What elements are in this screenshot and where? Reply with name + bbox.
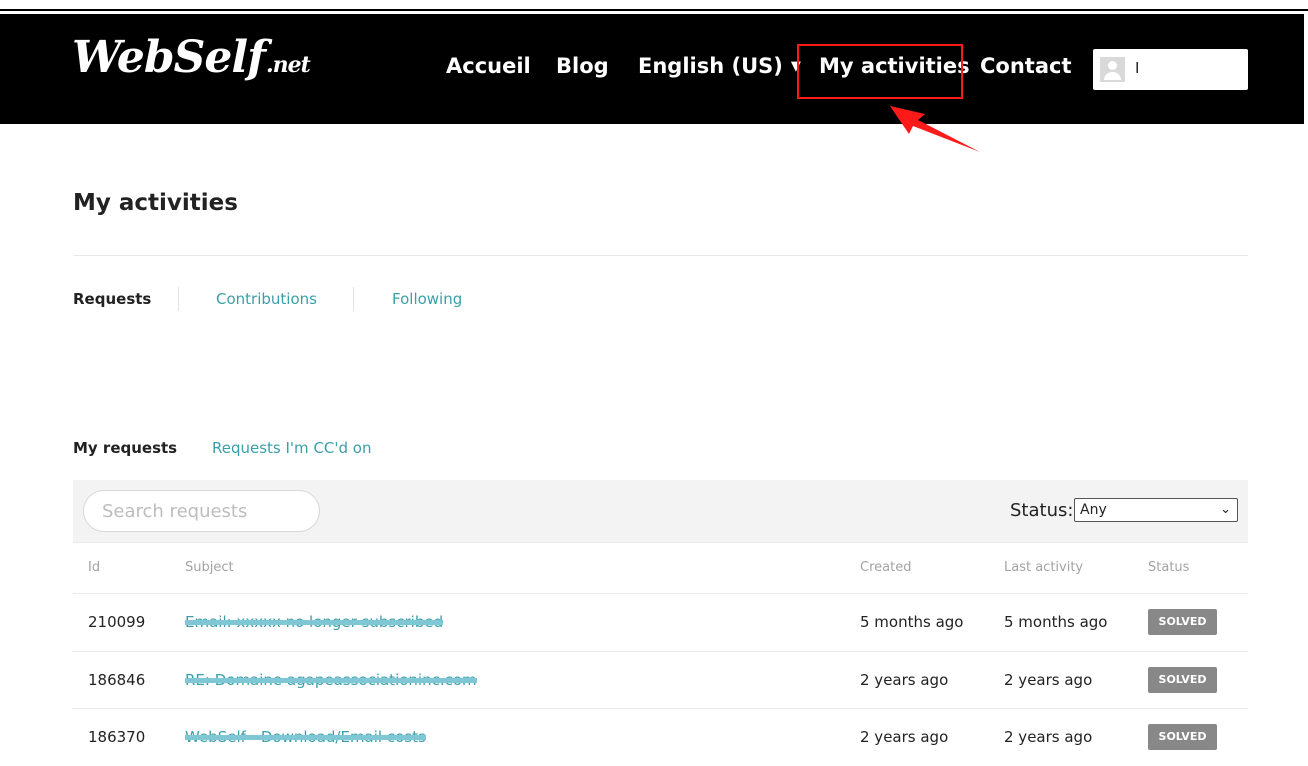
nav-accueil[interactable]: Accueil: [446, 54, 531, 78]
request-created: 2 years ago: [860, 671, 949, 689]
subtab-cc-requests[interactable]: Requests I'm CC'd on: [212, 439, 372, 457]
redaction-strike: [185, 735, 426, 740]
column-header-status[interactable]: Status: [1148, 560, 1189, 575]
status-select-value: Any: [1080, 502, 1107, 518]
tab-separator: [353, 287, 354, 311]
title-divider: [73, 255, 1248, 256]
status-select[interactable]: Any ⌄: [1074, 498, 1238, 522]
tab-contributions[interactable]: Contributions: [216, 290, 317, 308]
request-id: 186370: [88, 728, 146, 746]
column-header-subject[interactable]: Subject: [185, 560, 234, 575]
logo-wordmark: WebSelf: [72, 32, 266, 83]
redaction-strike: [185, 620, 444, 625]
status-badge: SOLVED: [1148, 667, 1217, 693]
table-header-top-line: [73, 542, 1248, 543]
page-title: My activities: [73, 190, 238, 216]
subtab-my-requests[interactable]: My requests: [73, 439, 177, 457]
row-divider: [73, 708, 1248, 709]
search-input[interactable]: [83, 490, 320, 532]
site-header: WebSelf.net Accueil Blog English (US) ▼ M…: [0, 14, 1304, 124]
nav-blog[interactable]: Blog: [556, 54, 609, 78]
chevron-down-icon: ⌄: [1220, 502, 1231, 517]
logo-tld: .net: [266, 52, 311, 78]
user-menu[interactable]: I: [1093, 49, 1248, 90]
request-subject-link[interactable]: Email: xxxxx no longer subscribed: [185, 613, 444, 631]
tab-separator: [178, 287, 179, 311]
request-id: 210099: [88, 613, 146, 631]
nav-contact[interactable]: Contact: [980, 54, 1072, 78]
request-created: 5 months ago: [860, 613, 964, 631]
status-badge: SOLVED: [1148, 609, 1217, 635]
status-filter-label: Status:: [1010, 500, 1074, 521]
avatar-icon: [1100, 57, 1125, 82]
status-badge: SOLVED: [1148, 724, 1217, 750]
request-id: 186846: [88, 671, 146, 689]
request-subject-link[interactable]: RE: Domaine agapeassociationinc.com: [185, 671, 477, 689]
redaction-strike: [185, 678, 477, 683]
table-header-bottom-line: [73, 593, 1248, 594]
annotation-highlight-box: [797, 44, 963, 99]
top-border-line: [0, 9, 1308, 11]
user-name: I: [1135, 59, 1140, 77]
site-logo[interactable]: WebSelf.net: [72, 32, 311, 83]
tab-requests[interactable]: Requests: [73, 290, 151, 308]
column-header-id[interactable]: Id: [88, 560, 100, 575]
request-subject-link[interactable]: WebSelf - Download/Email costs: [185, 728, 426, 746]
request-last-activity: 2 years ago: [1004, 671, 1093, 689]
language-dropdown[interactable]: English (US) ▼: [638, 54, 801, 78]
filter-bar: Status: Any ⌄: [73, 480, 1248, 542]
column-header-last-activity[interactable]: Last activity: [1004, 560, 1083, 575]
column-header-created[interactable]: Created: [860, 560, 911, 575]
request-last-activity: 5 months ago: [1004, 613, 1108, 631]
language-label: English (US): [638, 54, 783, 78]
request-last-activity: 2 years ago: [1004, 728, 1093, 746]
tab-following[interactable]: Following: [392, 290, 462, 308]
annotation-arrow-icon: [890, 106, 980, 152]
row-divider: [73, 651, 1248, 652]
request-created: 2 years ago: [860, 728, 949, 746]
